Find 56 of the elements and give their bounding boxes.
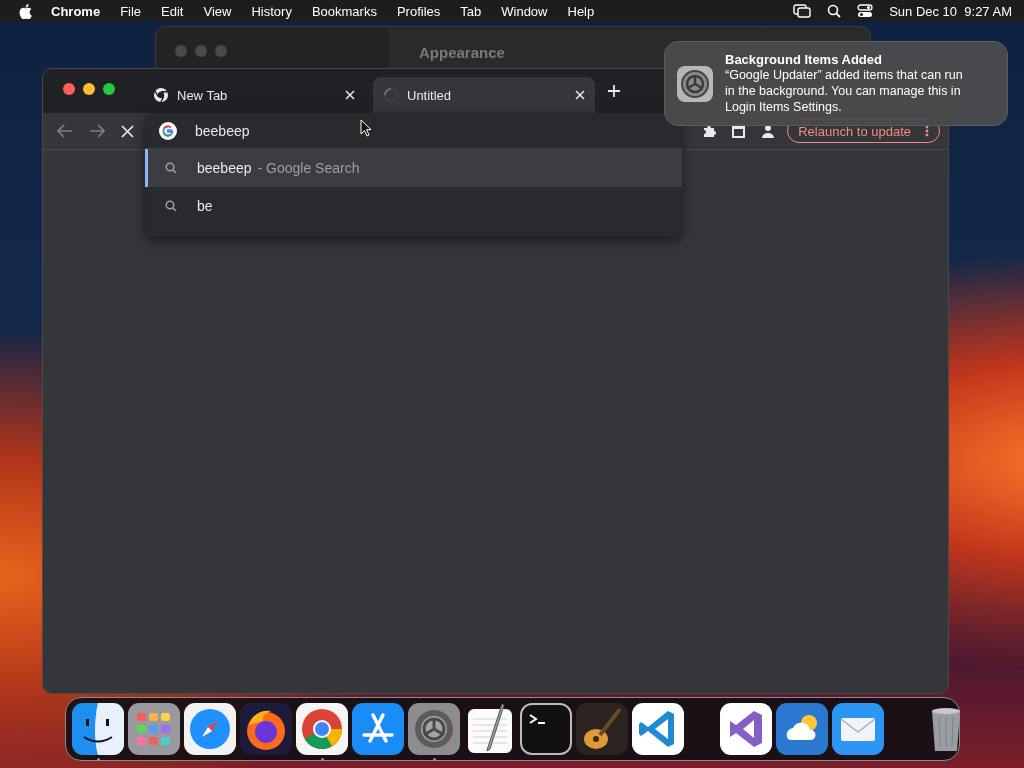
notification-message: “Google Updater” added items that can run in the background. You can manage this in Login Items Settings.	[725, 67, 964, 115]
window-control-dot[interactable]	[175, 45, 187, 57]
browser-tab[interactable]: Untitled	[373, 77, 595, 113]
menu-item[interactable]: History	[251, 3, 292, 19]
profile-person-icon[interactable]	[761, 124, 776, 138]
code-editor-icon[interactable]	[632, 703, 684, 755]
window-control-dot[interactable]	[215, 45, 227, 57]
menu-item[interactable]: Profiles	[396, 3, 441, 19]
new-tab-plus-icon[interactable]	[607, 84, 621, 98]
search-icon	[165, 200, 177, 212]
menu-item[interactable]: Edit	[161, 3, 184, 19]
search-icon	[165, 162, 177, 174]
app-grid-icon[interactable]	[128, 703, 180, 755]
search-icon[interactable]	[827, 4, 842, 18]
window-control-dot[interactable]	[195, 45, 207, 57]
window-title: Appearance	[418, 43, 505, 63]
envelope-icon[interactable]	[832, 703, 884, 755]
terminal-icon[interactable]	[520, 703, 572, 755]
gear-icon[interactable]	[408, 703, 460, 755]
close-icon[interactable]	[575, 90, 585, 100]
menu-item[interactable]: View	[203, 3, 232, 19]
close-dot[interactable]	[63, 83, 75, 95]
puzzle-icon[interactable]	[702, 124, 717, 138]
forward-arrow-icon[interactable]	[89, 124, 105, 138]
notification-toast[interactable]: Background Items Added “Google Updater” added items that can run in the background. You can manage this in Login Items Settings.	[664, 41, 1008, 126]
gear-icon	[677, 65, 713, 102]
suggestion-item[interactable]: beebeep - Google Search	[145, 149, 682, 187]
toggles-icon[interactable]	[857, 4, 874, 18]
menu-item[interactable]: Bookmarks	[311, 3, 377, 19]
suggestion-item[interactable]: be	[145, 187, 682, 225]
notification-title: Background Items Added	[725, 52, 883, 67]
finder-icon[interactable]	[72, 703, 124, 755]
guitar-icon[interactable]	[576, 703, 628, 755]
cloud-sun-icon[interactable]	[776, 703, 828, 755]
minimize-dot[interactable]	[83, 83, 95, 95]
google-g-icon	[159, 121, 177, 140]
compass-icon[interactable]	[184, 703, 236, 755]
menu-app-name[interactable]: Chrome	[51, 3, 101, 19]
browser-tab[interactable]: New Tab	[143, 77, 365, 113]
address-field[interactable]: beebeep	[195, 122, 615, 139]
menu-item[interactable]: Tab	[460, 3, 482, 19]
app-store-icon[interactable]	[352, 703, 404, 755]
chrome-icon[interactable]	[296, 703, 348, 755]
menu-item[interactable]: File	[120, 3, 142, 19]
fox-globe-icon[interactable]	[240, 703, 292, 755]
menu-clock[interactable]: Sun Dec 10 9:27 AM	[889, 3, 1012, 19]
zoom-dot[interactable]	[103, 83, 115, 95]
apple-icon[interactable]	[19, 3, 32, 19]
stop-x-icon[interactable]	[121, 124, 134, 138]
menu-item[interactable]: Window	[501, 3, 548, 19]
back-arrow-icon[interactable]	[57, 124, 73, 138]
windows-icon[interactable]	[793, 4, 812, 18]
menu-item[interactable]: Help	[567, 3, 595, 19]
close-icon[interactable]	[345, 90, 355, 100]
visual-studio-icon[interactable]	[720, 703, 772, 755]
mouse-pointer-icon	[360, 119, 372, 137]
